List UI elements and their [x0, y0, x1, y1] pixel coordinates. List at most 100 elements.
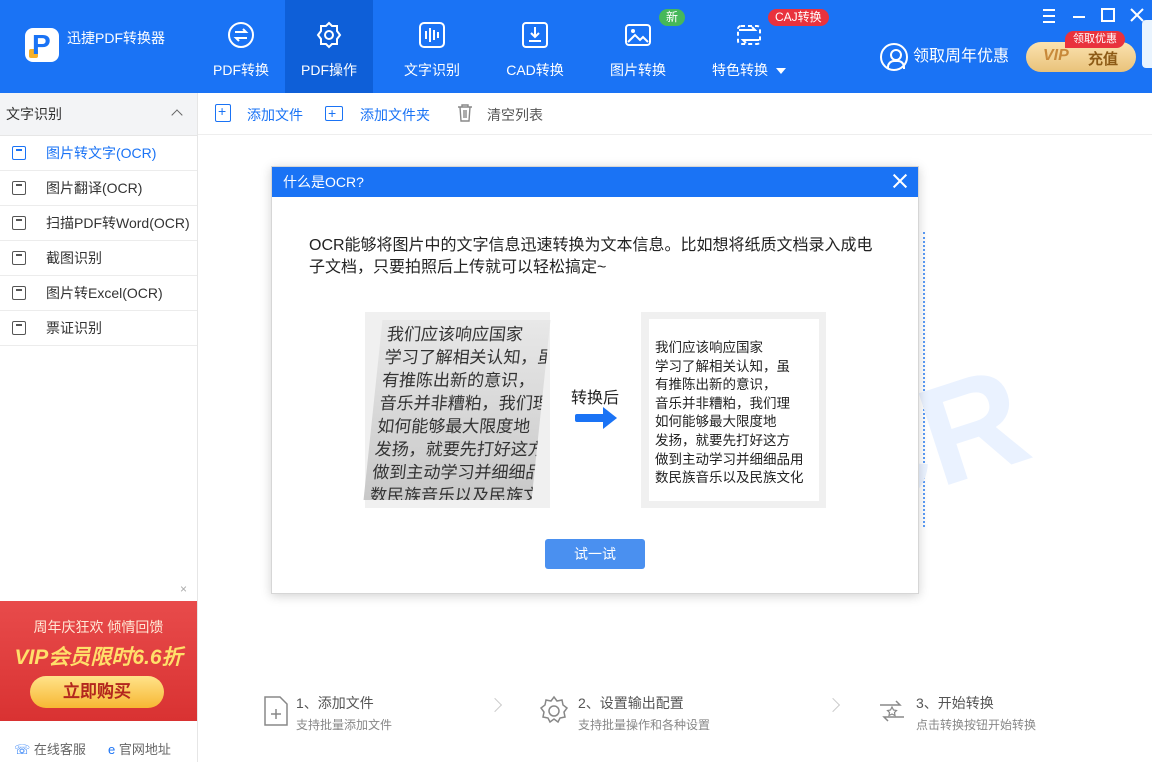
chevron-right-icon [487, 697, 503, 713]
sidebar-item-label: 图片转文字(OCR) [46, 145, 157, 161]
vip-action-label: 充值 [1088, 51, 1119, 68]
step-title: 2、设置输出配置 [578, 695, 684, 711]
text-line: 发扬，就要先打好这方 [655, 432, 790, 449]
headset-icon: ☏ [14, 742, 31, 757]
dialog-header: 什么是OCR? [272, 167, 918, 197]
feature-convert-icon [737, 25, 761, 45]
sidebar-section-header[interactable]: 文字识别 [0, 93, 197, 136]
minimize-icon[interactable] [1068, 6, 1090, 26]
app-logo [25, 28, 59, 62]
menu-icon[interactable] [1038, 6, 1060, 26]
arrow-head [603, 407, 617, 429]
pdf-convert-icon [228, 22, 254, 48]
sidebar-item-label: 票证识别 [46, 320, 102, 336]
caj-badge: CAJ转换 [768, 9, 829, 26]
add-folder-icon [325, 105, 343, 121]
steps-bar: 1、添加文件 支持批量添加文件 2、设置输出配置 支持批量操作和各种设置 3、开… [198, 680, 1152, 740]
ocr-info-dialog: 什么是OCR? OCR能够将图片中的文字信息迅速转换为文本信息。比如想将纸质文档… [271, 166, 919, 594]
excel-icon [12, 286, 26, 300]
gear-icon [539, 695, 569, 724]
cad-convert-icon [522, 22, 548, 48]
sidebar-item-ticket-recognition[interactable]: 票证识别 [0, 311, 197, 346]
sidebar-item-scan-pdf-to-word[interactable]: 扫描PDF转Word(OCR) [0, 206, 197, 241]
dialog-description: OCR能够将图片中的文字信息迅速转换为文本信息。比如想将纸质文档录入成电子文档，… [309, 237, 873, 276]
chevron-up-icon [171, 109, 183, 121]
sidebar-item-label: 图片转Excel(OCR) [46, 285, 163, 301]
sidebar-section-title: 文字识别 [6, 106, 62, 122]
handwritten-sample-image: 我们应该响应国家 学习了解相关认知，虽 有推陈出新的意识， 音乐并非糟粕，我们理 如何能… [363, 312, 551, 508]
image-icon [12, 181, 26, 195]
website-label: 官网地址 [118, 742, 171, 757]
new-badge: 新 [659, 9, 686, 26]
document-icon [12, 216, 26, 230]
tab-label-text: 特色转换 [712, 62, 768, 78]
tab-cad-convert[interactable]: CAD转换 [491, 0, 579, 93]
text-line: 做到主动学习并细细品用 [655, 451, 804, 468]
tab-pdf-operate[interactable]: PDF操作 [285, 0, 373, 93]
sidebar-footer: ☏ 在线客服 e 官网地址 [0, 731, 197, 762]
promo-line-2: VIP会员限时6.6折 [14, 646, 183, 669]
add-folder-label: 添加文件夹 [360, 107, 430, 123]
trash-icon [458, 104, 472, 122]
tab-label: PDF转换 [213, 62, 269, 78]
browser-icon: e [108, 742, 116, 757]
text-line: 数民族音乐以及民族文化 [368, 486, 551, 500]
top-bar: 迅捷PDF转换器 PDF转换 PDF操作 文字识别 CAD转换 图片转换 新 特… [0, 0, 1152, 93]
tab-label: 文字识别 [404, 62, 460, 78]
text-line: 如何能够最大限度地 [655, 414, 777, 431]
vip-label: VIP [1043, 47, 1069, 64]
side-panel-edge[interactable] [1142, 20, 1152, 68]
picture-icon [12, 251, 26, 265]
try-button[interactable]: 试一试 [545, 539, 645, 569]
user-icon [880, 43, 908, 71]
sidebar-item-image-to-text[interactable]: 图片转文字(OCR) [0, 136, 197, 171]
tab-label: PDF操作 [301, 62, 357, 78]
sidebar-item-image-translate[interactable]: 图片翻译(OCR) [0, 171, 197, 206]
maximize-icon[interactable] [1097, 6, 1119, 26]
text-recognition-icon [419, 22, 445, 48]
add-file-label: 添加文件 [247, 107, 303, 123]
recognized-text-panel: 我们应该响应国家 学习了解相关认知，虽 有推陈出新的意识， 音乐并非糟粕，我们理 如何能… [641, 312, 826, 508]
sidebar-item-screenshot-recognition[interactable]: 截图识别 [0, 241, 197, 276]
promo-banner[interactable]: 周年庆狂欢 倾情回馈 VIP会员限时6.6折 立即购买 [0, 601, 197, 721]
tab-pdf-convert[interactable]: PDF转换 [197, 0, 285, 93]
online-service-label: 在线客服 [33, 742, 86, 757]
text-line: 我们应该响应国家 [385, 325, 524, 345]
promo-line-1: 周年庆狂欢 倾情回馈 [33, 619, 164, 635]
promo-label: 领取周年优惠 [913, 48, 1010, 65]
text-line: 做到主动学习并细细品用 [371, 463, 551, 483]
step-subtitle: 支持批量操作和各种设置 [578, 718, 711, 732]
sidebar-item-label: 扫描PDF转Word(OCR) [46, 215, 190, 231]
text-line: 我们应该响应国家 [655, 340, 763, 356]
text-line: 音乐并非糟粕，我们理 [378, 394, 551, 414]
close-icon[interactable] [892, 173, 908, 189]
convert-icon [880, 700, 904, 722]
sidebar-item-label: 截图识别 [46, 250, 102, 266]
tab-label: 图片转换 [610, 62, 666, 78]
recognized-text: 我们应该响应国家 学习了解相关认知，虽 有推陈出新的意识， 音乐并非糟粕，我们理 如何能… [649, 319, 819, 501]
buy-now-button[interactable]: 立即购买 [30, 676, 164, 708]
step-subtitle: 支持批量添加文件 [296, 718, 393, 732]
sidebar-item-label: 图片翻译(OCR) [46, 180, 143, 196]
toolbar: 添加文件 添加文件夹 清空列表 [198, 93, 1152, 135]
website-link[interactable]: e 官网地址 [108, 739, 171, 758]
step-title: 3、开始转换 [916, 695, 994, 711]
text-line: 学习了解相关认知，虽 [655, 358, 790, 375]
pdf-operate-icon [316, 21, 342, 49]
clear-list-label: 清空列表 [487, 107, 543, 123]
add-file-icon [215, 103, 231, 122]
image-convert-icon [625, 24, 651, 46]
handwriting-text: 我们应该响应国家 学习了解相关认知，虽 有推陈出新的意识， 音乐并非糟粕，我们理 如何能… [363, 320, 551, 500]
step-subtitle: 点击转换按钮开始转换 [916, 718, 1037, 732]
app-name: 迅捷PDF转换器 [67, 30, 165, 46]
ticket-icon [12, 321, 26, 335]
online-service-link[interactable]: ☏ 在线客服 [14, 739, 86, 758]
step-title: 1、添加文件 [296, 695, 374, 711]
chevron-down-icon [776, 68, 786, 75]
tab-text-recognition[interactable]: 文字识别 [388, 0, 476, 93]
add-file-icon [264, 696, 288, 726]
tab-label: 特色转换 [704, 60, 794, 80]
ad-close-icon[interactable]: × [180, 582, 187, 596]
arrow-label: 转换后 [571, 390, 620, 407]
sidebar-item-image-to-excel[interactable]: 图片转Excel(OCR) [0, 276, 197, 311]
